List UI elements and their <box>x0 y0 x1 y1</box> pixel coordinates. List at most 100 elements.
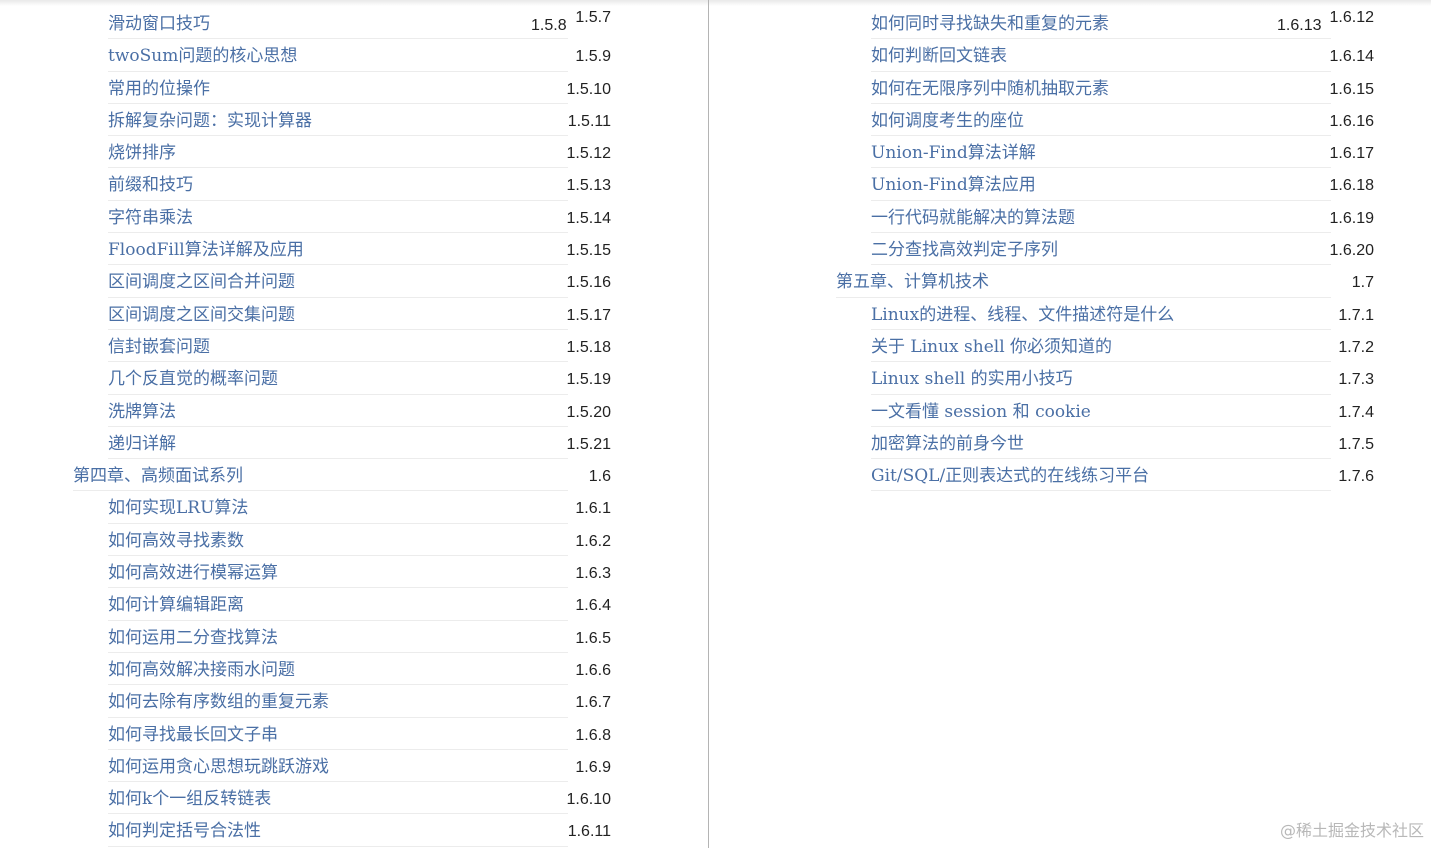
toc-page-number: 1.6.3 <box>575 565 611 583</box>
toc-entry-link[interactable]: 如何k个一组反转链表 <box>108 788 271 810</box>
toc-entry-link[interactable]: 如何判定括号合法性 <box>108 820 261 842</box>
toc-entry-row: 递归详解 1.5.21 <box>73 427 615 460</box>
toc-entry-link[interactable]: 拆解复杂问题：实现计算器 <box>108 110 312 132</box>
toc-entry-row: Linux的进程、线程、文件描述符是什么 1.7.1 <box>836 298 1378 330</box>
toc-entry-row: 如何高效寻找素数 1.6.2 <box>73 524 615 557</box>
toc-entry-link[interactable]: 常用的位操作 <box>108 78 210 100</box>
toc-right-column: 如何同时寻找缺失和重复的元素 1.6.13 1.6.12 如何判断回文链表 1.6.14… <box>836 7 1378 492</box>
toc-page-number: 1.6.4 <box>575 597 611 615</box>
toc-page-number: 1.7.4 <box>1338 403 1374 421</box>
toc-entry-link[interactable]: Union-Find算法应用 <box>871 174 1036 196</box>
toc-page-number: 1.6.20 <box>1329 242 1374 260</box>
toc-entry-link[interactable]: 区间调度之区间合并问题 <box>108 271 295 293</box>
toc-entry-row: 加密算法的前身今世 1.7.5 <box>836 427 1378 460</box>
toc-entry-row: 如何k个一组反转链表 1.6.10 <box>73 782 615 815</box>
toc-page-number: 1.5.17 <box>566 306 611 324</box>
toc-chapter-link[interactable]: 第四章、高频面试系列 <box>73 465 243 487</box>
toc-entry-link[interactable]: 字符串乘法 <box>108 207 193 229</box>
toc-entry-link[interactable]: 如何运用贪心思想玩跳跃游戏 <box>108 756 329 778</box>
toc-entry-link[interactable]: 如何高效进行模幂运算 <box>108 562 278 584</box>
toc-entry-row: 关于 Linux shell 你必须知道的 1.7.2 <box>836 330 1378 363</box>
toc-page-number: 1.6.6 <box>575 661 611 679</box>
toc-entry-link[interactable]: 信封嵌套问题 <box>108 336 210 358</box>
toc-entry-row: 前缀和技巧 1.5.13 <box>73 168 615 201</box>
toc-page-number: 1.6.19 <box>1329 209 1374 227</box>
toc-row-rule <box>108 845 568 847</box>
toc-entry-row: 一行代码就能解决的算法题 1.6.19 <box>836 201 1378 234</box>
toc-entry-link[interactable]: 一文看懂 session 和 cookie <box>871 401 1091 423</box>
toc-entry-link[interactable]: 烧饼排序 <box>108 142 176 164</box>
toc-entry-link[interactable]: 如何在无限序列中随机抽取元素 <box>871 78 1109 100</box>
toc-entry-link[interactable]: 区间调度之区间交集问题 <box>108 304 295 326</box>
toc-entry-link[interactable]: twoSum问题的核心思想 <box>108 45 297 67</box>
toc-entry-row: 如何同时寻找缺失和重复的元素 1.6.13 1.6.12 <box>836 7 1378 40</box>
toc-entry-link[interactable]: 前缀和技巧 <box>108 174 193 196</box>
toc-entry-row: 烧饼排序 1.5.12 <box>73 136 615 169</box>
toc-page-number: 1.6.9 <box>575 758 611 776</box>
toc-page-number-extra: 1.6.13 <box>1277 17 1322 34</box>
toc-entry-link[interactable]: Union-Find算法详解 <box>871 142 1036 164</box>
toc-page-number: 1.5.15 <box>566 242 611 260</box>
toc-entry-row: FloodFill算法详解及应用 1.5.15 <box>73 233 615 266</box>
toc-page-number: 1.6.12 <box>1329 9 1374 26</box>
toc-entry-row: 一文看懂 session 和 cookie 1.7.4 <box>836 395 1378 427</box>
toc-entry-link[interactable]: 如何高效解决接雨水问题 <box>108 659 295 681</box>
toc-entry-row: 字符串乘法 1.5.14 <box>73 201 615 234</box>
toc-entry-link[interactable]: 如何同时寻找缺失和重复的元素 <box>871 13 1109 35</box>
toc-page-number: 1.5.18 <box>566 338 611 356</box>
toc-entry-link[interactable]: 二分查找高效判定子序列 <box>871 239 1058 261</box>
toc-entry-link[interactable]: 一行代码就能解决的算法题 <box>871 207 1075 229</box>
watermark-text: @稀土掘金技术社区 <box>1279 821 1424 840</box>
toc-entry-link[interactable]: FloodFill算法详解及应用 <box>108 239 304 261</box>
toc-page-number: 1.6.1 <box>575 500 611 518</box>
toc-entry-link[interactable]: Linux的进程、线程、文件描述符是什么 <box>871 304 1174 326</box>
toc-entry-link[interactable]: 关于 Linux shell 你必须知道的 <box>871 336 1112 358</box>
toc-entry-link[interactable]: 如何实现LRU算法 <box>108 497 248 519</box>
toc-page-number: 1.6.10 <box>566 791 611 809</box>
toc-entry-row: 如何判定括号合法性 1.6.11 <box>73 814 615 847</box>
toc-page-number: 1.5.13 <box>566 177 611 195</box>
toc-entry-row: 如何运用贪心思想玩跳跃游戏 1.6.9 <box>73 750 615 783</box>
toc-page-number: 1.5.16 <box>566 274 611 292</box>
toc-entry-row: 如何寻找最长回文子串 1.6.8 <box>73 718 615 750</box>
toc-entry-link[interactable]: 如何高效寻找素数 <box>108 530 244 552</box>
toc-entry-link[interactable]: 如何寻找最长回文子串 <box>108 724 278 746</box>
toc-entry-link[interactable]: 几个反直觉的概率问题 <box>108 368 278 390</box>
toc-entry-row: 区间调度之区间合并问题 1.5.16 <box>73 265 615 298</box>
toc-chapter-link[interactable]: 第五章、计算机技术 <box>836 271 989 293</box>
toc-entry-row: 洗牌算法 1.5.20 <box>73 395 615 427</box>
toc-page-number: 1.5.9 <box>575 48 611 66</box>
toc-page-number: 1.7.6 <box>1338 468 1374 486</box>
toc-page-number: 1.7.1 <box>1338 306 1374 324</box>
toc-page-number: 1.7.5 <box>1338 435 1374 453</box>
toc-entry-row: 区间调度之区间交集问题 1.5.17 <box>73 298 615 330</box>
toc-entry-row: 常用的位操作 1.5.10 <box>73 72 615 104</box>
toc-entry-link[interactable]: Git/SQL/正则表达式的在线练习平台 <box>871 465 1149 487</box>
toc-entry-link[interactable]: 如何调度考生的座位 <box>871 110 1024 132</box>
toc-entry-link[interactable]: Linux shell 的实用小技巧 <box>871 368 1073 390</box>
toc-page-number: 1.6.5 <box>575 629 611 647</box>
toc-entry-link[interactable]: 如何去除有序数组的重复元素 <box>108 691 329 713</box>
toc-entry-row: 如何计算编辑距离 1.6.4 <box>73 588 615 621</box>
toc-page-number: 1.6.2 <box>575 532 611 550</box>
toc-page-number: 1.6.17 <box>1329 145 1374 163</box>
toc-entry-link[interactable]: 如何运用二分查找算法 <box>108 627 278 649</box>
toc-entry-row: 如何在无限序列中随机抽取元素 1.6.15 <box>836 72 1378 104</box>
toc-entry-row: 几个反直觉的概率问题 1.5.19 <box>73 362 615 395</box>
toc-entry-link[interactable]: 递归详解 <box>108 433 176 455</box>
toc-entry-link[interactable]: 洗牌算法 <box>108 401 176 423</box>
toc-page-number: 1.5.10 <box>566 80 611 98</box>
toc-page-number: 1.7.3 <box>1338 371 1374 389</box>
toc-entry-link[interactable]: 滑动窗口技巧 <box>108 13 210 35</box>
toc-page-number: 1.7 <box>1351 274 1374 292</box>
toc-page-number: 1.6 <box>588 468 611 486</box>
toc-row-rule <box>871 490 1331 492</box>
toc-entry-row: twoSum问题的核心思想 1.5.9 <box>73 39 615 72</box>
toc-entry-row: 二分查找高效判定子序列 1.6.20 <box>836 233 1378 266</box>
toc-entry-link[interactable]: 加密算法的前身今世 <box>871 433 1024 455</box>
toc-page-number: 1.5.21 <box>566 435 611 453</box>
toc-entry-link[interactable]: 如何计算编辑距离 <box>108 594 244 616</box>
toc-entry-link[interactable]: 如何判断回文链表 <box>871 45 1007 67</box>
column-divider <box>708 0 709 848</box>
toc-page-number: 1.5.11 <box>567 112 611 130</box>
